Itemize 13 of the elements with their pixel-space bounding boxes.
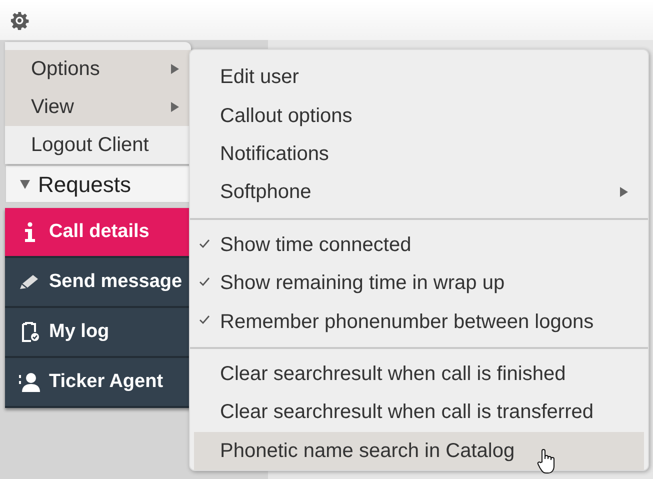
menu-item[interactable]: Phonetic name search in Catalog <box>194 432 644 470</box>
hand-cursor-icon <box>536 448 556 474</box>
requests-label: Requests <box>38 170 131 199</box>
info-icon <box>24 222 36 242</box>
menu-item[interactable]: Logout Client <box>5 126 191 164</box>
settings-icon[interactable] <box>10 10 29 30</box>
menu-item[interactable]: View <box>5 88 191 126</box>
triangle-down-icon <box>20 180 30 188</box>
menu-item[interactable]: Options <box>5 50 191 88</box>
person-icon <box>19 372 41 392</box>
clipboard-check-icon <box>20 321 40 343</box>
menu-item[interactable]: Callout options <box>194 96 644 135</box>
menu-item[interactable]: Edit user <box>194 58 644 96</box>
